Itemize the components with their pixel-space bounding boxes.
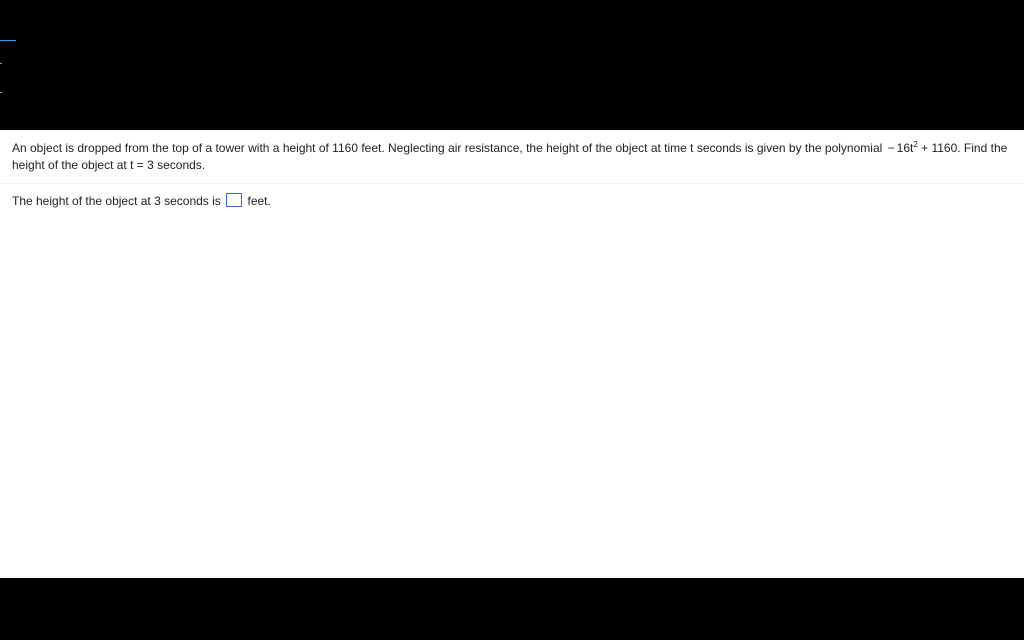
polynomial-coefficient: 16t: [897, 141, 914, 155]
nav-marker-line: [0, 40, 16, 41]
tick-mark: [0, 63, 2, 64]
answer-suffix: feet.: [247, 194, 270, 208]
answer-prefix: The height of the object at 3 seconds is: [12, 194, 224, 208]
question-text-block: An object is dropped from the top of a t…: [0, 130, 1024, 184]
question-prefix: An object is dropped from the top of a t…: [12, 141, 886, 155]
answer-line: The height of the object at 3 seconds is…: [0, 184, 1024, 218]
answer-input-box[interactable]: [226, 193, 242, 207]
tick-mark: [0, 92, 2, 93]
polynomial-negative-sign: −: [888, 141, 895, 155]
bottom-black-bar: [0, 578, 1024, 640]
top-black-bar: [0, 0, 1024, 130]
